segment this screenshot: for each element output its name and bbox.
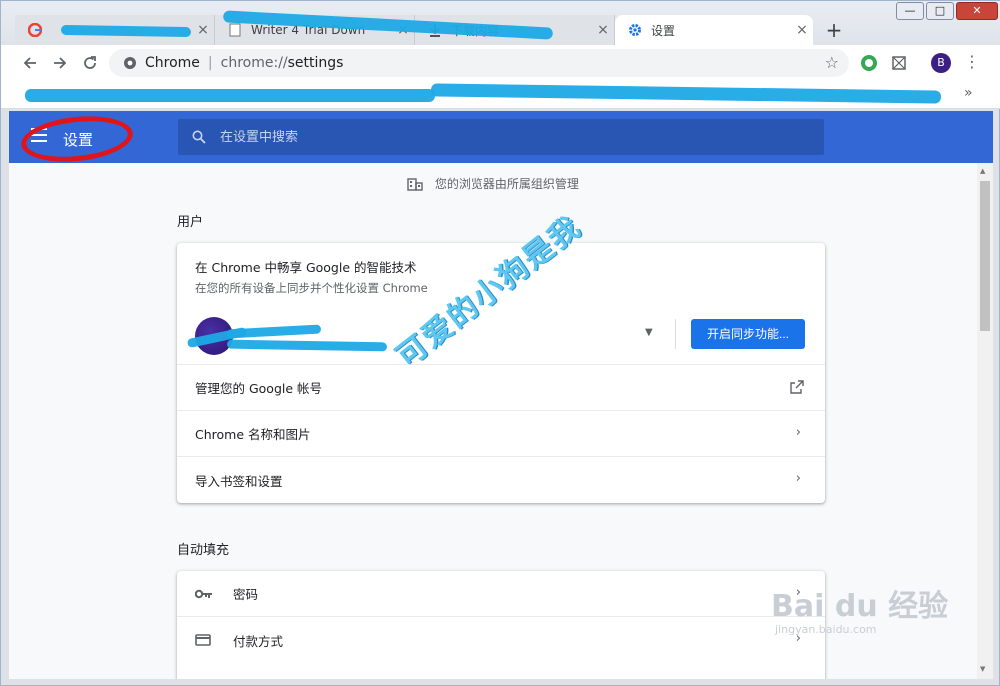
settings-content: 您的浏览器由所属组织管理 用户 在 Chrome 中畅享 Google 的智能技… bbox=[9, 163, 977, 679]
address-bar[interactable]: Chrome | chrome:// settings ☆ bbox=[109, 49, 849, 77]
back-button[interactable] bbox=[15, 48, 45, 78]
redaction-scribble bbox=[226, 339, 388, 352]
search-input[interactable] bbox=[220, 129, 780, 145]
forward-arrow-icon bbox=[54, 57, 67, 69]
gear-icon bbox=[627, 22, 643, 38]
turn-on-sync-button[interactable]: 开启同步功能... bbox=[691, 319, 805, 349]
payment-methods-row[interactable]: 付款方式 › bbox=[177, 617, 825, 663]
redaction-scribble bbox=[430, 83, 942, 104]
row-label: 付款方式 bbox=[233, 633, 284, 649]
chrome-menu-button[interactable]: ⋮ bbox=[964, 53, 980, 73]
managed-notice[interactable]: 您的浏览器由所属组织管理 bbox=[9, 175, 977, 192]
reload-button[interactable] bbox=[75, 48, 105, 78]
chrome-name-picture-row[interactable]: Chrome 名称和图片 › bbox=[177, 411, 825, 457]
site-label: Chrome bbox=[145, 55, 200, 71]
scrollbar[interactable]: ▲ ▼ bbox=[977, 163, 993, 679]
scroll-thumb[interactable] bbox=[980, 181, 990, 331]
bookmark-star-icon[interactable]: ☆ bbox=[825, 53, 839, 72]
minimize-button[interactable]: — bbox=[896, 2, 924, 20]
url-separator: | bbox=[207, 55, 213, 71]
profile-avatar-button[interactable]: B bbox=[931, 53, 951, 73]
account-row: ▼ 开启同步功能... bbox=[177, 305, 825, 365]
tab-close-button[interactable]: × bbox=[592, 22, 614, 38]
hamburger-menu-icon[interactable] bbox=[31, 128, 47, 142]
settings-search[interactable] bbox=[178, 119, 824, 155]
window-controls: — □ ✕ bbox=[896, 2, 998, 20]
tab-close-button[interactable]: × bbox=[192, 22, 214, 38]
redaction-scribble bbox=[25, 89, 435, 102]
key-icon bbox=[195, 587, 213, 601]
row-label: 导入书签和设置 bbox=[195, 473, 283, 489]
new-tab-button[interactable]: + bbox=[821, 18, 847, 44]
url-scheme: chrome:// bbox=[220, 55, 288, 71]
manage-google-account-row[interactable]: 管理您的 Google 帐号 bbox=[177, 365, 825, 411]
chrome-icon bbox=[124, 57, 136, 69]
scroll-down-icon[interactable]: ▼ bbox=[980, 665, 985, 673]
external-link-icon bbox=[790, 380, 804, 394]
chevron-right-icon: › bbox=[795, 471, 801, 486]
people-card: 在 Chrome 中畅享 Google 的智能技术 在您的所有设备上同步并个性化… bbox=[177, 243, 825, 503]
import-bookmarks-row[interactable]: 导入书签和设置 › bbox=[177, 457, 825, 503]
google-icon bbox=[27, 22, 43, 38]
reload-icon bbox=[84, 56, 96, 69]
autofill-section-title: 自动填充 bbox=[177, 543, 230, 558]
chevron-right-icon: › bbox=[795, 631, 801, 646]
extension-green-icon[interactable] bbox=[859, 53, 879, 73]
chevron-right-icon: › bbox=[795, 425, 801, 440]
divider bbox=[675, 319, 676, 349]
page-icon bbox=[227, 22, 243, 38]
sync-promo: 在 Chrome 中畅享 Google 的智能技术 在您的所有设备上同步并个性化… bbox=[177, 243, 825, 305]
row-label: 密码 bbox=[233, 587, 259, 602]
close-window-button[interactable]: ✕ bbox=[956, 2, 998, 20]
chevron-right-icon: › bbox=[795, 585, 801, 600]
credit-card-icon bbox=[195, 633, 213, 647]
forward-button[interactable] bbox=[45, 48, 75, 78]
sync-title: 在 Chrome 中畅享 Google 的智能技术 bbox=[195, 260, 417, 275]
back-arrow-icon bbox=[23, 57, 36, 69]
tab-title: 设置 bbox=[651, 23, 676, 38]
managed-notice-text: 您的浏览器由所属组织管理 bbox=[434, 177, 579, 191]
tab-settings[interactable]: 设置 × bbox=[615, 15, 813, 45]
tab-strip: — □ ✕ × Writer 4 Trial Down × 下载内容 × bbox=[1, 1, 1000, 45]
passwords-row[interactable]: 密码 › bbox=[177, 571, 825, 617]
search-icon bbox=[192, 130, 206, 144]
toolbar: Chrome | chrome:// settings ☆ bbox=[1, 45, 1000, 81]
settings-header: 设置 bbox=[9, 111, 993, 167]
bookmarks-more-button[interactable]: » bbox=[964, 85, 973, 101]
row-label: Chrome 名称和图片 bbox=[195, 427, 311, 442]
bookmarks-bar: » bbox=[1, 81, 1000, 109]
account-dropdown-icon[interactable]: ▼ bbox=[645, 327, 653, 338]
sync-subtitle: 在您的所有设备上同步并个性化设置 Chrome bbox=[195, 281, 428, 295]
row-label: 管理您的 Google 帐号 bbox=[195, 381, 323, 396]
people-section-title: 用户 bbox=[177, 215, 204, 230]
building-icon bbox=[407, 178, 423, 191]
browser-window: — □ ✕ × Writer 4 Trial Down × 下载内容 × bbox=[0, 0, 1000, 686]
extension-box-icon[interactable] bbox=[889, 53, 909, 73]
maximize-button[interactable]: □ bbox=[926, 2, 954, 20]
autofill-card: 密码 › 付款方式 › bbox=[177, 571, 825, 679]
page-title: 设置 bbox=[63, 131, 94, 149]
scroll-up-icon[interactable]: ▲ bbox=[980, 167, 985, 175]
url-path: settings bbox=[287, 55, 344, 71]
tab-close-button[interactable]: × bbox=[791, 22, 813, 38]
